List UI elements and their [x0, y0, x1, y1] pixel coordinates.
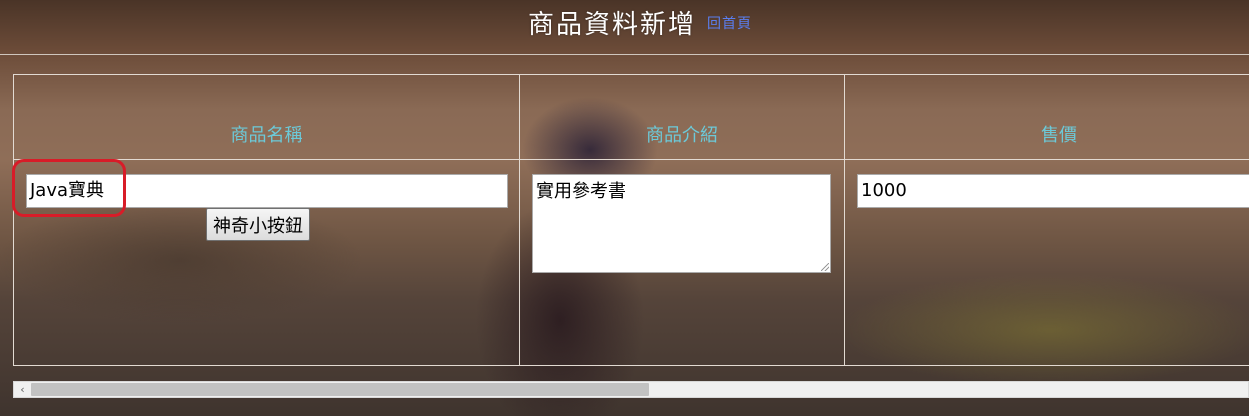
column-header-product-name: 商品名稱 — [13, 74, 520, 160]
product-form-table: 商品名稱 商品介紹 售價 Java寶典 神奇小按鈕 實用參考書 1000 — [12, 74, 1249, 366]
magic-button[interactable]: 神奇小按鈕 — [206, 208, 310, 241]
price-cell: 1000 — [844, 159, 1249, 366]
resize-grip-icon[interactable] — [821, 263, 829, 271]
header-row: 商品名稱 商品介紹 售價 — [13, 74, 1249, 160]
product-description-text: 實用參考書 — [536, 181, 626, 202]
page-header: 商品資料新增 回首頁 — [0, 0, 1249, 55]
product-description-cell: 實用參考書 — [519, 159, 845, 366]
product-description-textarea[interactable]: 實用參考書 — [532, 174, 831, 273]
column-header-product-description: 商品介紹 — [519, 74, 845, 160]
product-name-input[interactable]: Java寶典 — [26, 174, 508, 208]
product-name-cell: Java寶典 神奇小按鈕 — [12, 159, 520, 366]
input-row: Java寶典 神奇小按鈕 實用參考書 1000 — [12, 159, 1249, 366]
price-input[interactable]: 1000 — [857, 174, 1249, 208]
back-to-home-link[interactable]: 回首頁 — [707, 13, 752, 33]
page-title: 商品資料新增 — [528, 10, 697, 40]
scroll-left-arrow-icon[interactable]: ‹ — [14, 382, 31, 397]
column-header-price: 售價 — [844, 74, 1249, 160]
horizontal-scrollbar[interactable]: ‹ — [13, 381, 1249, 398]
scroll-thumb[interactable] — [31, 383, 649, 396]
